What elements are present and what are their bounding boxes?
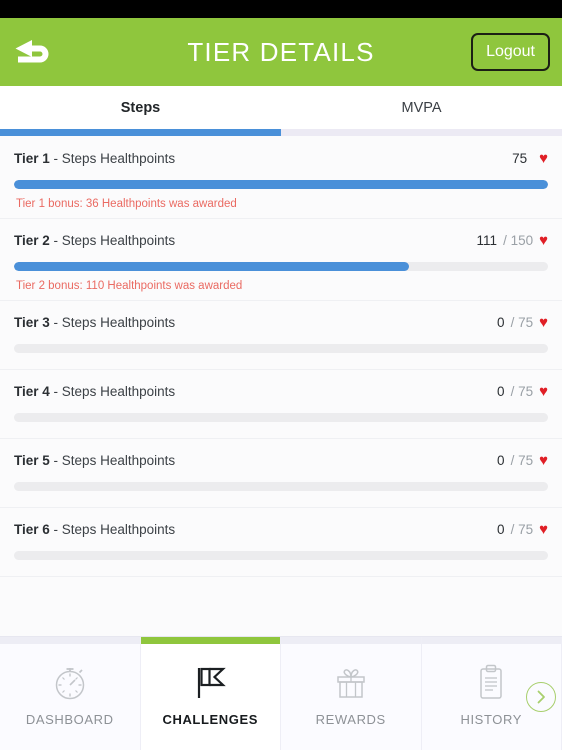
tier-desc: - Steps Healthpoints [53, 522, 176, 537]
tier-name: Tier 6 [14, 522, 50, 537]
tier-desc: - Steps Healthpoints [53, 151, 176, 166]
tier-value: 0 / 75 ♥ [497, 384, 548, 399]
row-spacer [14, 491, 548, 507]
tier-header: Tier 4 - Steps Healthpoints 0 / 75 ♥ [14, 384, 548, 399]
tab-active-indicator [0, 129, 281, 136]
tier-desc: - Steps Healthpoints [53, 384, 176, 399]
tier-current: 0 [497, 384, 505, 399]
tier-row[interactable]: Tier 2 - Steps Healthpoints 111 / 150 ♥ … [0, 219, 562, 301]
clipboard-icon [471, 660, 511, 702]
tier-current: 0 [497, 453, 505, 468]
nav-item-dashboard[interactable]: DASHBOARD [0, 637, 141, 750]
tier-bonus-text: Tier 2 bonus: 110 Healthpoints was award… [16, 280, 243, 292]
nav-top-indicator [140, 637, 280, 644]
tier-header: Tier 2 - Steps Healthpoints 111 / 150 ♥ [14, 233, 548, 248]
tab-steps[interactable]: Steps [0, 86, 281, 129]
nav-label: CHALLENGES [162, 712, 259, 727]
next-page-button[interactable] [526, 682, 556, 712]
tier-name: Tier 5 [14, 453, 50, 468]
flag-icon [190, 660, 230, 702]
tier-name: Tier 2 [14, 233, 50, 248]
tier-value: 75 ♥ [512, 151, 548, 166]
heart-icon: ♥ [539, 314, 548, 331]
tier-value: 0 / 75 ♥ [497, 453, 548, 468]
nav-label: REWARDS [315, 712, 386, 727]
tier-list[interactable]: Tier 1 - Steps Healthpoints 75 ♥ Tier 1 … [0, 137, 562, 636]
tier-header: Tier 6 - Steps Healthpoints 0 / 75 ♥ [14, 522, 548, 537]
logout-button[interactable]: Logout [471, 33, 550, 71]
tier-label: Tier 2 - Steps Healthpoints [14, 233, 175, 248]
tier-value: 0 / 75 ♥ [497, 315, 548, 330]
tier-denominator: / 75 [510, 453, 534, 468]
heart-icon: ♥ [539, 232, 548, 249]
progress-track [14, 413, 548, 422]
tier-current: 0 [497, 315, 505, 330]
bottom-navigation: DASHBOARD CHALLENGES REWARDS HISTORY [0, 636, 562, 750]
tier-denominator: / 150 [503, 233, 534, 248]
nav-top-indicator [0, 637, 140, 644]
tier-header: Tier 3 - Steps Healthpoints 0 / 75 ♥ [14, 315, 548, 330]
heart-icon: ♥ [539, 521, 548, 538]
app-header: TIER DETAILS Logout [0, 18, 562, 86]
tier-current: 111 [476, 233, 498, 248]
tier-name: Tier 4 [14, 384, 50, 399]
progress-track [14, 551, 548, 560]
heart-icon: ♥ [539, 452, 548, 469]
row-spacer [14, 560, 548, 576]
tier-name: Tier 1 [14, 151, 50, 166]
tier-desc: - Steps Healthpoints [53, 315, 176, 330]
gift-icon [331, 660, 371, 702]
tier-value: 0 / 75 ♥ [497, 522, 548, 537]
nav-label: DASHBOARD [25, 712, 114, 727]
tier-denominator: / 75 [510, 315, 534, 330]
heart-icon: ♥ [539, 150, 548, 167]
tier-name: Tier 3 [14, 315, 50, 330]
tab-mvpa[interactable]: MVPA [281, 86, 562, 129]
tier-desc: - Steps Healthpoints [53, 233, 176, 248]
page-title: TIER DETAILS [187, 36, 375, 67]
tier-current: 75 [512, 151, 528, 166]
progress-track [14, 262, 548, 271]
tier-label: Tier 3 - Steps Healthpoints [14, 315, 175, 330]
tab-bar: Steps MVPA [0, 86, 562, 136]
progress-track [14, 344, 548, 353]
chevron-right-icon [537, 690, 545, 704]
tier-row[interactable]: Tier 4 - Steps Healthpoints 0 / 75 ♥ [0, 370, 562, 439]
tier-label: Tier 1 - Steps Healthpoints [14, 151, 175, 166]
progress-track [14, 482, 548, 491]
tier-denominator: / 75 [510, 522, 534, 537]
tier-row[interactable]: Tier 6 - Steps Healthpoints 0 / 75 ♥ [0, 508, 562, 577]
tier-row[interactable]: Tier 3 - Steps Healthpoints 0 / 75 ♥ [0, 301, 562, 370]
tier-header: Tier 5 - Steps Healthpoints 0 / 75 ♥ [14, 453, 548, 468]
tier-row[interactable]: Tier 5 - Steps Healthpoints 0 / 75 ♥ [0, 439, 562, 508]
nav-item-challenges[interactable]: CHALLENGES [140, 637, 281, 750]
tier-desc: - Steps Healthpoints [53, 453, 176, 468]
app-screen: TIER DETAILS Logout Steps MVPA Tier 1 - … [0, 0, 562, 750]
nav-top-indicator [281, 637, 421, 644]
tier-bonus-text: Tier 1 bonus: 36 Healthpoints was awarde… [16, 198, 237, 210]
nav-top-indicator [421, 637, 561, 644]
stopwatch-icon [50, 660, 90, 702]
row-spacer [14, 422, 548, 438]
progress-fill [14, 180, 548, 189]
status-bar [0, 0, 562, 18]
back-arrow-icon [15, 40, 49, 63]
heart-icon: ♥ [539, 383, 548, 400]
nav-item-rewards[interactable]: REWARDS [281, 637, 422, 750]
tier-label: Tier 5 - Steps Healthpoints [14, 453, 175, 468]
tier-label: Tier 4 - Steps Healthpoints [14, 384, 175, 399]
progress-fill [14, 262, 410, 271]
row-spacer [14, 353, 548, 369]
tier-row[interactable]: Tier 1 - Steps Healthpoints 75 ♥ Tier 1 … [0, 137, 562, 219]
tier-value: 111 / 150 ♥ [477, 233, 548, 248]
tier-denominator: / 75 [510, 384, 534, 399]
nav-label: HISTORY [460, 712, 522, 727]
tier-label: Tier 6 - Steps Healthpoints [14, 522, 175, 537]
back-button[interactable] [8, 30, 60, 74]
progress-track [14, 180, 548, 189]
tier-header: Tier 1 - Steps Healthpoints 75 ♥ [14, 151, 548, 166]
tier-current: 0 [497, 522, 505, 537]
